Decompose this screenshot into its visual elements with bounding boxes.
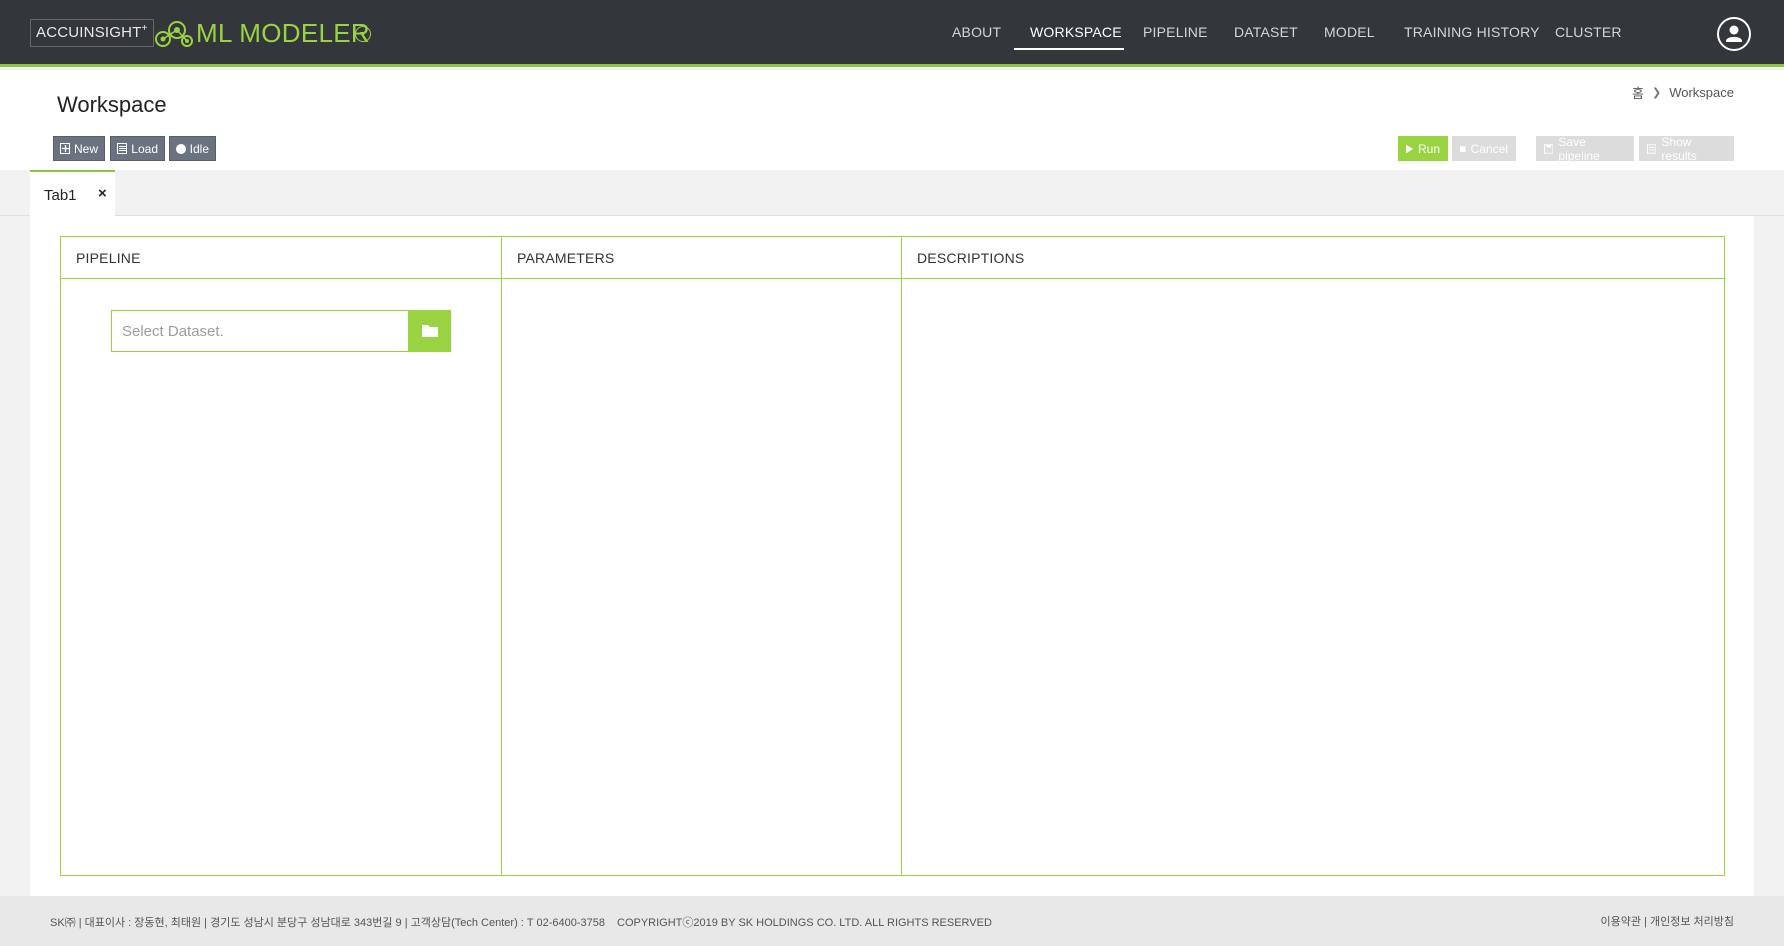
idle-status-button[interactable]: Idle [169, 136, 216, 161]
run-button[interactable]: Run [1398, 136, 1448, 161]
tab-1[interactable]: Tab1 × [30, 170, 115, 216]
nav-cluster[interactable]: CLUSTER [1555, 24, 1622, 40]
workspace-tabs: Tab1 × [0, 170, 1784, 216]
user-icon [1726, 25, 1742, 42]
new-button-label: New [73, 141, 98, 156]
app-title[interactable]: ML MODELER [196, 16, 370, 50]
descriptions-panel-header: DESCRIPTIONS [902, 237, 1724, 279]
load-button[interactable]: Load [110, 136, 165, 161]
nav-model[interactable]: MODEL [1324, 24, 1375, 40]
save-pipeline-label: Save pipeline [1558, 134, 1600, 163]
show-results-button[interactable]: Show results [1639, 134, 1734, 163]
breadcrumb: 홈 ❯ Workspace [1632, 83, 1734, 102]
browse-dataset-button[interactable] [409, 310, 451, 352]
descriptions-panel: DESCRIPTIONS [901, 236, 1725, 876]
user-account-button[interactable] [1717, 17, 1751, 51]
nav-pipeline[interactable]: PIPELINE [1143, 24, 1208, 40]
footer: SK㈜ | 대표이사 : 장동현, 최태원 | 경기도 성남시 분당구 성남대로… [0, 896, 1784, 946]
brand-name: ACCUINSIGHT [36, 24, 142, 41]
status-dot-icon [176, 143, 186, 154]
show-results-label: Show results [1661, 134, 1697, 163]
new-button[interactable]: New [53, 136, 105, 161]
breadcrumb-current: Workspace [1669, 85, 1734, 100]
plus-square-icon [60, 143, 70, 154]
load-button-label: Load [131, 141, 158, 156]
top-navigation-bar: ACCUINSIGHT+ ML MODELER ABOUT WORKSPACE … [0, 0, 1784, 67]
page-header: Workspace 홈 ❯ Workspace New Load Idle Ru… [0, 70, 1784, 170]
cancel-button-label: Cancel [1470, 141, 1508, 156]
tab-label: Tab1 [44, 187, 77, 204]
run-button-label: Run [1417, 141, 1440, 156]
copyright: COPYRIGHTⓒ2019 BY SK HOLDINGS CO. LTD. A… [617, 917, 992, 929]
save-icon [1544, 143, 1554, 154]
list-icon [117, 143, 128, 154]
idle-status-label: Idle [189, 141, 209, 156]
select-dataset-input[interactable] [111, 310, 409, 352]
save-pipeline-button[interactable]: Save pipeline [1536, 134, 1634, 163]
folder-icon [422, 325, 438, 337]
nav-training-history[interactable]: TRAINING HISTORY [1404, 24, 1540, 40]
cancel-button[interactable]: Cancel [1452, 136, 1516, 161]
network-nodes-icon [155, 21, 193, 47]
play-icon [1406, 144, 1413, 153]
nav-dataset[interactable]: DATASET [1234, 24, 1298, 40]
pipeline-panel-header: PIPELINE [61, 237, 501, 279]
close-icon[interactable]: × [98, 185, 107, 202]
nav-workspace[interactable]: WORKSPACE [1030, 24, 1122, 40]
workspace-content: PIPELINE PARAMETERS DESCRIPTIONS [30, 216, 1754, 896]
pipeline-panel: PIPELINE [60, 236, 502, 876]
nav-about[interactable]: ABOUT [952, 24, 1001, 40]
active-nav-indicator [1014, 48, 1124, 50]
footer-links[interactable]: 이용약관 | 개인정보 처리방침 [1601, 913, 1734, 929]
document-icon [1647, 143, 1657, 154]
chevron-down-icon[interactable] [355, 26, 371, 42]
brand-plus: + [141, 23, 148, 34]
chevron-right-icon: ❯ [1651, 87, 1662, 99]
stop-icon [1460, 145, 1466, 152]
breadcrumb-home[interactable]: 홈 [1632, 83, 1644, 102]
brand-logo[interactable]: ACCUINSIGHT+ [30, 19, 154, 47]
parameters-panel-header: PARAMETERS [502, 237, 901, 279]
company-info: SK㈜ | 대표이사 : 장동현, 최태원 | 경기도 성남시 분당구 성남대로… [50, 917, 605, 929]
parameters-panel: PARAMETERS [501, 236, 902, 876]
page-title: Workspace [57, 92, 167, 117]
